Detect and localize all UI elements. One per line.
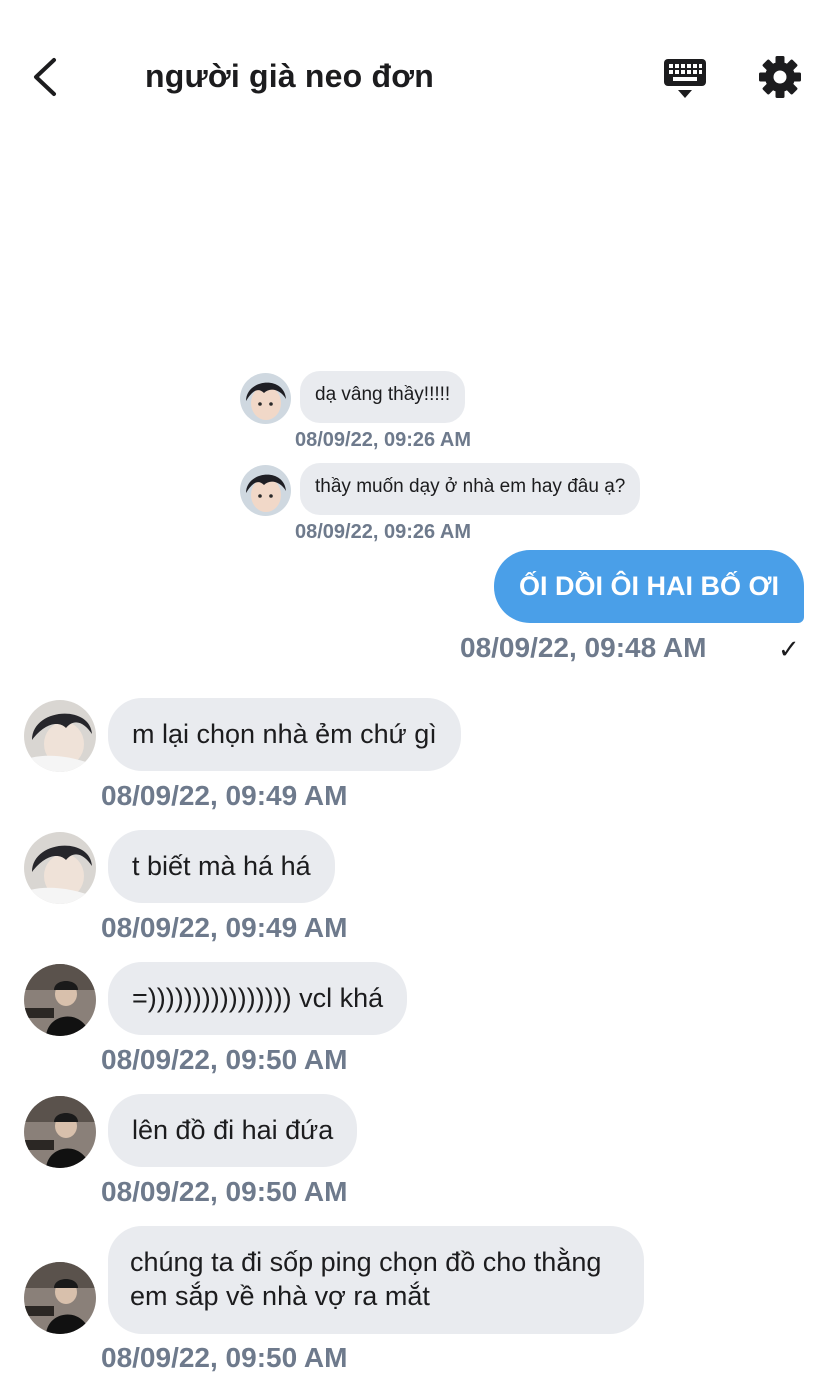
message-bubble[interactable]: dạ vâng thầy!!!!! — [300, 371, 466, 423]
chevron-left-icon — [34, 58, 56, 96]
message-timestamp: 08/09/22, 09:48 AM — [460, 632, 707, 663]
settings-button[interactable] — [757, 54, 803, 100]
message-sent-bubble[interactable]: ỐI DỒI ÔI HAI BỐ ƠI — [494, 550, 804, 623]
message-timestamp: 08/09/22, 09:49 AM — [101, 780, 348, 811]
avatar[interactable] — [24, 964, 96, 1036]
message-bubble[interactable]: t biết mà há há — [108, 830, 335, 903]
avatar[interactable] — [240, 465, 291, 516]
avatar[interactable] — [240, 373, 291, 424]
message-bubble[interactable]: m lại chọn nhà ẻm chứ gì — [108, 698, 461, 771]
message-timestamp: 08/09/22, 09:50 AM — [101, 1342, 348, 1373]
chat-header: người già neo đơn — [0, 0, 828, 150]
avatar[interactable] — [24, 832, 96, 904]
message-bubble[interactable]: =)))))))))))))))) vcl khá — [108, 962, 408, 1035]
message-timestamp: 08/09/22, 09:50 AM — [101, 1176, 348, 1207]
avatar[interactable] — [24, 1096, 96, 1168]
checkmark-icon: ✓ — [778, 634, 800, 664]
message-timestamp: 08/09/22, 09:50 AM — [101, 1044, 348, 1075]
message-timestamp: 08/09/22, 09:26 AM — [295, 521, 472, 543]
message-bubble[interactable]: thầy muốn dạy ở nhà em hay đâu ạ? — [300, 463, 641, 515]
gear-icon — [759, 56, 801, 98]
keyboard-button[interactable] — [660, 56, 710, 100]
message-timestamp: 08/09/22, 09:26 AM — [295, 429, 472, 451]
message-bubble[interactable]: chúng ta đi sốp ping chọn đồ cho thằng e… — [108, 1226, 644, 1334]
avatar[interactable] — [24, 700, 96, 772]
avatar[interactable] — [24, 1262, 96, 1334]
keyboard-icon — [664, 59, 706, 98]
message-timestamp: 08/09/22, 09:49 AM — [101, 912, 348, 943]
back-button[interactable] — [24, 52, 68, 102]
chat-title: người già neo đơn — [145, 58, 434, 94]
message-bubble[interactable]: lên đồ đi hai đứa — [108, 1094, 358, 1167]
